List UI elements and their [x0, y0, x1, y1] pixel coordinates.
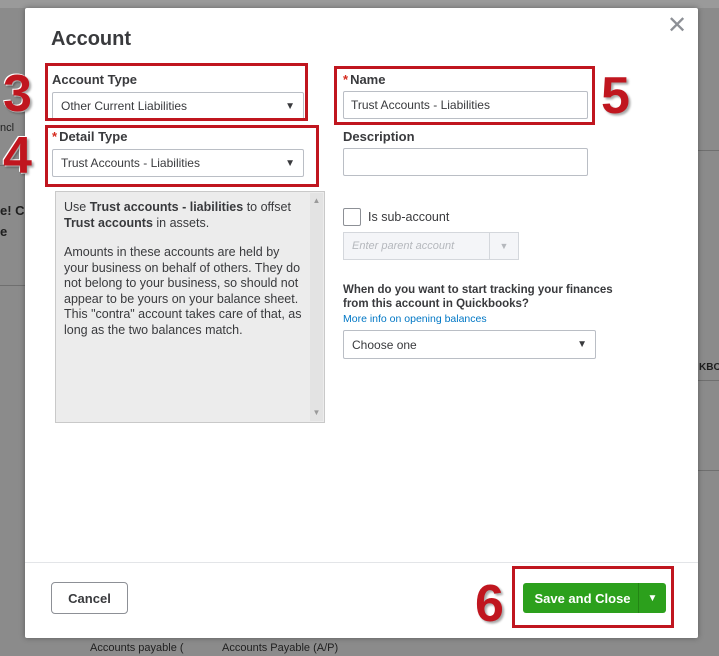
- help-text: Use: [64, 200, 90, 214]
- background-text: Accounts Payable (A/P): [222, 642, 339, 654]
- tracking-start-select[interactable]: Choose one ▼: [343, 330, 596, 359]
- background-text: Accounts payable (: [90, 642, 184, 654]
- help-text: in assets.: [152, 215, 210, 230]
- help-text: to offset: [243, 200, 291, 214]
- background-header-strip: [0, 0, 719, 8]
- help-scrollbar[interactable]: ▲ ▼: [310, 193, 323, 421]
- tracking-start-value: Choose one: [352, 337, 417, 352]
- tracking-question: When do you want to start tracking your …: [343, 284, 613, 310]
- background-divider: [0, 285, 25, 286]
- help-paragraph-2: Amounts in these accounts are held by yo…: [64, 245, 302, 337]
- background-text: e: [0, 224, 8, 239]
- parent-account-input[interactable]: Enter parent account: [343, 232, 490, 260]
- background-divider: [698, 150, 719, 151]
- opening-balances-link[interactable]: More info on opening balances: [343, 313, 487, 325]
- description-label: Description: [343, 129, 415, 144]
- footer-divider: [25, 562, 698, 563]
- scroll-up-icon[interactable]: ▲: [310, 195, 323, 207]
- dialog-title: Account: [51, 28, 131, 50]
- parent-account-dropdown-button[interactable]: ▼: [490, 232, 519, 260]
- help-text-bold: Trust accounts - liabilities: [89, 200, 244, 214]
- callout-number-5: 5: [601, 67, 630, 125]
- callout-box-detail-type: [45, 125, 319, 187]
- chevron-down-icon: ▼: [577, 339, 587, 350]
- sub-account-checkbox[interactable]: [343, 208, 361, 226]
- background-divider: [698, 380, 719, 381]
- sub-account-label: Is sub-account: [368, 210, 450, 224]
- callout-number-6: 6: [475, 575, 504, 633]
- callout-box-save: [512, 566, 674, 628]
- detail-type-help-box: Use Trust accounts - liabilities to offs…: [55, 191, 325, 423]
- help-paragraph-1: Use Trust accounts - liabilities to offs…: [64, 200, 302, 231]
- description-input[interactable]: [343, 148, 588, 176]
- callout-box-account-type: [45, 63, 308, 121]
- cancel-button[interactable]: Cancel: [51, 582, 128, 614]
- chevron-down-icon: ▼: [499, 241, 509, 251]
- close-icon[interactable]: ✕: [665, 14, 689, 38]
- callout-box-name: [334, 66, 595, 125]
- callout-number-4: 4: [3, 127, 32, 185]
- help-text-bold: Trust accounts: [64, 215, 153, 230]
- callout-number-3: 3: [3, 65, 32, 123]
- background-divider: [698, 470, 719, 471]
- background-text: e! C: [0, 203, 25, 218]
- scroll-down-icon[interactable]: ▼: [310, 407, 323, 419]
- background-text: KBO: [699, 362, 719, 373]
